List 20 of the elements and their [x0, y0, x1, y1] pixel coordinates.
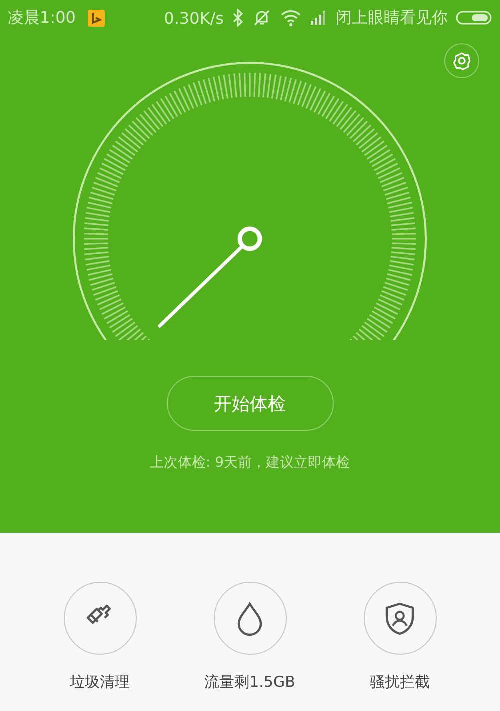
- broom-tool-button[interactable]: [64, 582, 136, 655]
- tool-label: 骚扰拦截: [370, 673, 430, 692]
- battery-icon: [456, 11, 492, 25]
- network-speed: 0.30K/s: [164, 8, 224, 28]
- start-checkup-button[interactable]: 开始体检: [166, 376, 334, 431]
- tool-label: 垃圾清理: [70, 673, 130, 692]
- settings-icon[interactable]: [444, 43, 480, 79]
- status-time: 凌晨1:00: [8, 8, 76, 28]
- shield-icon: [383, 600, 417, 636]
- wifi-icon: [280, 9, 302, 27]
- muted-bell-icon: [252, 9, 272, 27]
- shield-tool-button[interactable]: [364, 582, 436, 655]
- drop-tool-button[interactable]: [214, 582, 286, 655]
- drop-icon: [235, 600, 265, 636]
- tool-label: 流量剩1.5GB: [204, 673, 296, 692]
- last-check-text: 上次体检: 9天前，建议立即体检: [150, 454, 350, 472]
- bluetooth-icon: [232, 9, 244, 27]
- signal-icon: [310, 10, 328, 26]
- carrier-name: 闭上眼睛看见你: [336, 8, 448, 28]
- app-logo-icon: [88, 10, 105, 26]
